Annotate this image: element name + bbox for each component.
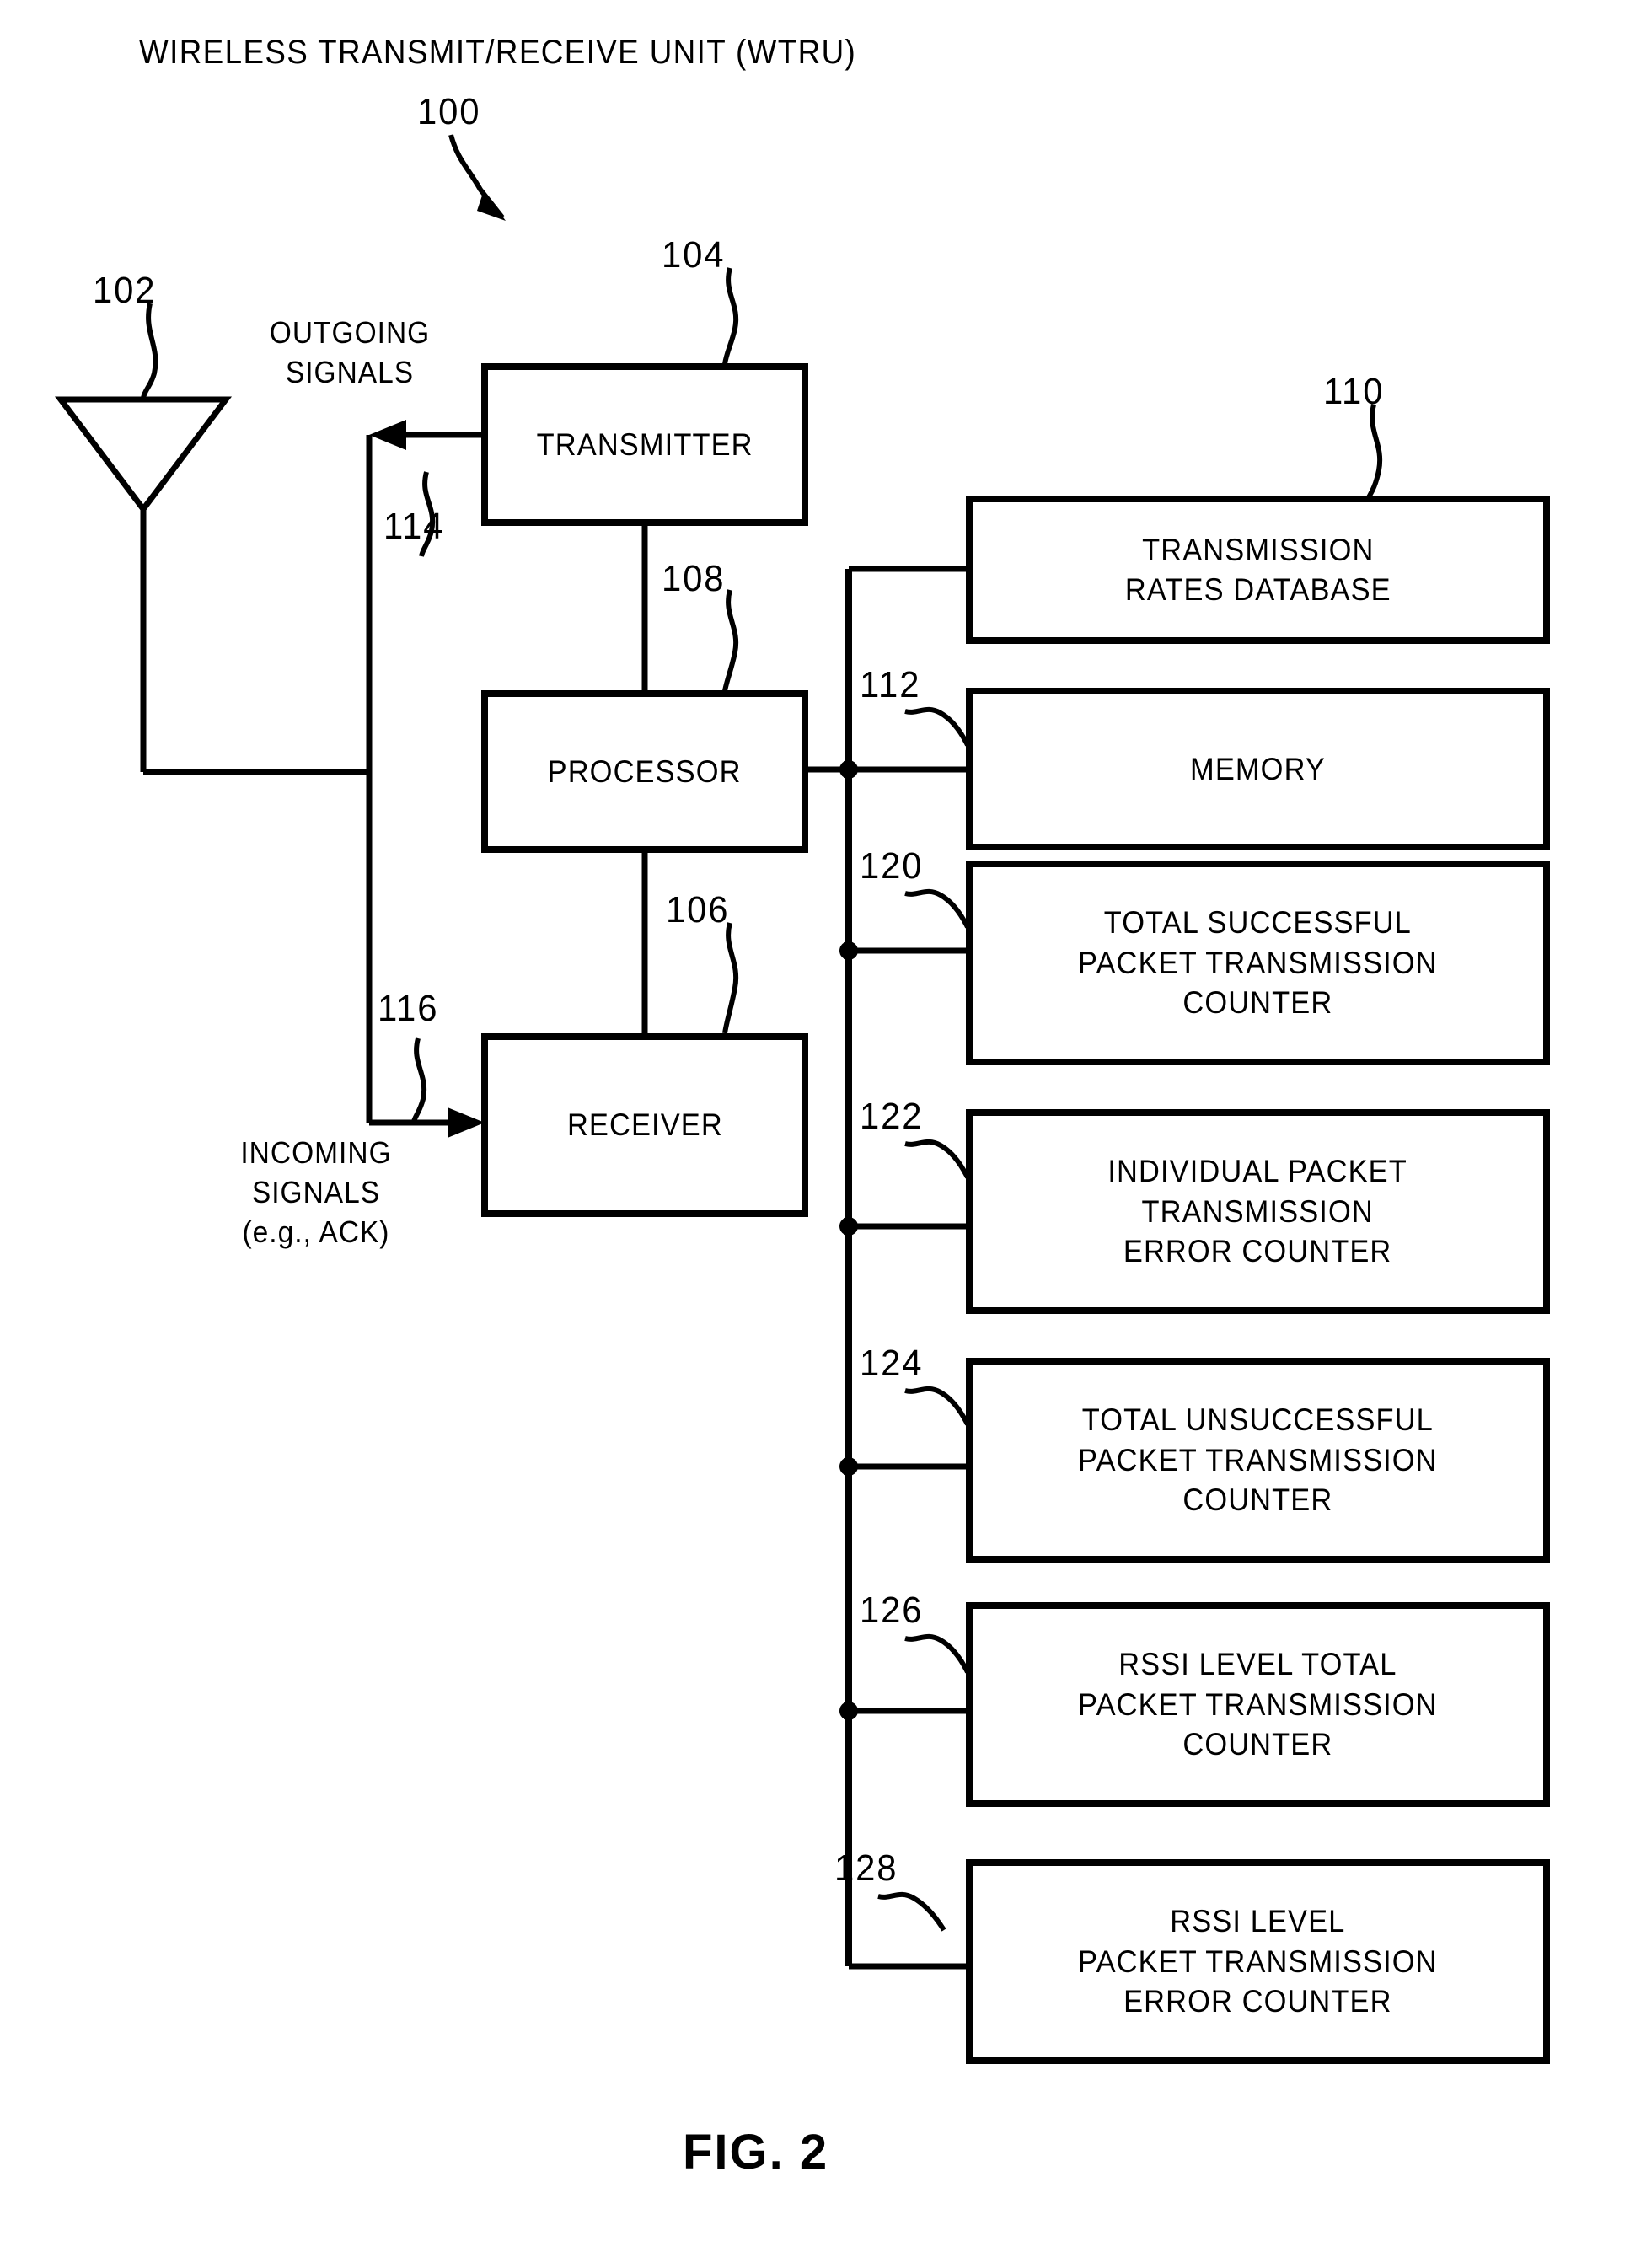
incoming-signals-line-1: INCOMING: [240, 1135, 392, 1170]
incoming-signals-label: INCOMING SIGNALS (e.g., ACK): [194, 1134, 438, 1252]
arrowhead-116: [448, 1107, 485, 1138]
arrowhead-114: [369, 420, 406, 450]
individual-error-counter-label: INDIVIDUAL PACKET TRANSMISSION ERROR COU…: [969, 1113, 1547, 1311]
receiver-block-label: RECEIVER: [485, 1037, 805, 1214]
b126-line-1: RSSI LEVEL TOTAL: [1118, 1647, 1397, 1682]
lead-line-128: [877, 1892, 946, 1932]
antenna-triangle: [54, 396, 233, 514]
b126-line-2: PACKET TRANSMISSION: [1078, 1686, 1438, 1722]
figure-caption: FIG. 2: [683, 2125, 829, 2180]
memory-block-label: MEMORY: [969, 691, 1547, 847]
b124-line-3: COUNTER: [1182, 1483, 1333, 1518]
ref-106: 106: [666, 889, 730, 930]
ref-120: 120: [860, 845, 924, 887]
bus-junction-dot-120: [839, 941, 858, 960]
rssi-total-counter-label: RSSI LEVEL TOTAL PACKET TRANSMISSION COU…: [969, 1606, 1547, 1804]
ref-124: 124: [860, 1343, 924, 1384]
ref-108: 108: [662, 558, 726, 599]
incoming-signals-line-3: (e.g., ACK): [242, 1214, 390, 1249]
patent-figure-page: WIRELESS TRANSMIT/RECEIVE UNIT (WTRU) 10…: [0, 0, 1630, 2268]
db-label-line-1: TRANSMISSION: [1141, 532, 1375, 567]
lead-line-124: [904, 1386, 970, 1426]
incoming-signals-line-2: SIGNALS: [251, 1174, 381, 1209]
ref-102: 102: [93, 270, 157, 311]
ref-128: 128: [834, 1847, 898, 1889]
ref-126: 126: [860, 1590, 924, 1631]
b120-line-1: TOTAL SUCCESSFUL: [1103, 905, 1413, 941]
outgoing-signals-line-1: OUTGOING: [269, 315, 431, 350]
b122-line-3: ERROR COUNTER: [1123, 1234, 1392, 1269]
lead-line-126: [904, 1634, 970, 1674]
b124-line-1: TOTAL UNSUCCESSFUL: [1081, 1402, 1434, 1438]
b120-line-3: COUNTER: [1182, 985, 1333, 1021]
total-unsuccessful-counter-label: TOTAL UNSUCCESSFUL PACKET TRANSMISSION C…: [969, 1361, 1547, 1559]
bus-junction-dot-122: [839, 1217, 858, 1236]
ref-116: 116: [378, 988, 439, 1029]
processor-label-text: PROCESSOR: [548, 753, 742, 789]
transmitter-block-label: TRANSMITTER: [485, 367, 805, 523]
figure-title: WIRELESS TRANSMIT/RECEIVE UNIT (WTRU): [139, 34, 857, 71]
b128-line-1: RSSI LEVEL: [1170, 1904, 1346, 1939]
transmitter-label-text: TRANSMITTER: [536, 426, 753, 462]
b122-line-1: INDIVIDUAL PACKET: [1107, 1154, 1408, 1189]
b128-line-2: PACKET TRANSMISSION: [1078, 1944, 1438, 1979]
b128-line-3: ERROR COUNTER: [1123, 1984, 1392, 2019]
lead-line-108: [722, 589, 739, 692]
receiver-label-text: RECEIVER: [566, 1107, 723, 1143]
transmission-rates-database-label: TRANSMISSION RATES DATABASE: [969, 499, 1547, 641]
b120-line-2: PACKET TRANSMISSION: [1078, 945, 1438, 980]
outgoing-signals-line-2: SIGNALS: [285, 354, 415, 389]
outgoing-signals-label: OUTGOING SIGNALS: [236, 314, 464, 393]
ref-100: 100: [417, 91, 481, 132]
ref-110: 110: [1323, 371, 1385, 412]
b122-line-2: TRANSMISSION: [1141, 1193, 1375, 1229]
ref-112: 112: [860, 664, 921, 705]
ref-104: 104: [662, 234, 726, 276]
memory-label-text: MEMORY: [1190, 751, 1326, 786]
bus-junction-dot-124: [839, 1457, 858, 1476]
b124-line-2: PACKET TRANSMISSION: [1078, 1442, 1438, 1477]
db-label-line-2: RATES DATABASE: [1124, 572, 1391, 607]
ref-114: 114: [383, 506, 445, 547]
lead-line-112: [904, 707, 970, 747]
lead-line-104: [722, 267, 739, 365]
processor-block-label: PROCESSOR: [485, 694, 805, 850]
lead-line-102: [141, 303, 158, 399]
total-successful-counter-label: TOTAL SUCCESSFUL PACKET TRANSMISSION COU…: [969, 864, 1547, 1062]
lead-line-116: [410, 1037, 427, 1125]
lead-arrow-100: [477, 190, 506, 221]
rssi-error-counter-label: RSSI LEVEL PACKET TRANSMISSION ERROR COU…: [969, 1863, 1547, 2061]
bus-junction-dot-126: [839, 1702, 858, 1720]
b126-line-3: COUNTER: [1182, 1727, 1333, 1762]
ref-122: 122: [860, 1096, 924, 1137]
lead-line-120: [904, 889, 970, 929]
lead-line-100: [448, 134, 505, 219]
lead-line-106: [722, 922, 739, 1034]
lead-line-122: [904, 1139, 970, 1179]
bus-junction-dot-processor: [839, 760, 858, 779]
lead-line-110: [1366, 404, 1383, 499]
